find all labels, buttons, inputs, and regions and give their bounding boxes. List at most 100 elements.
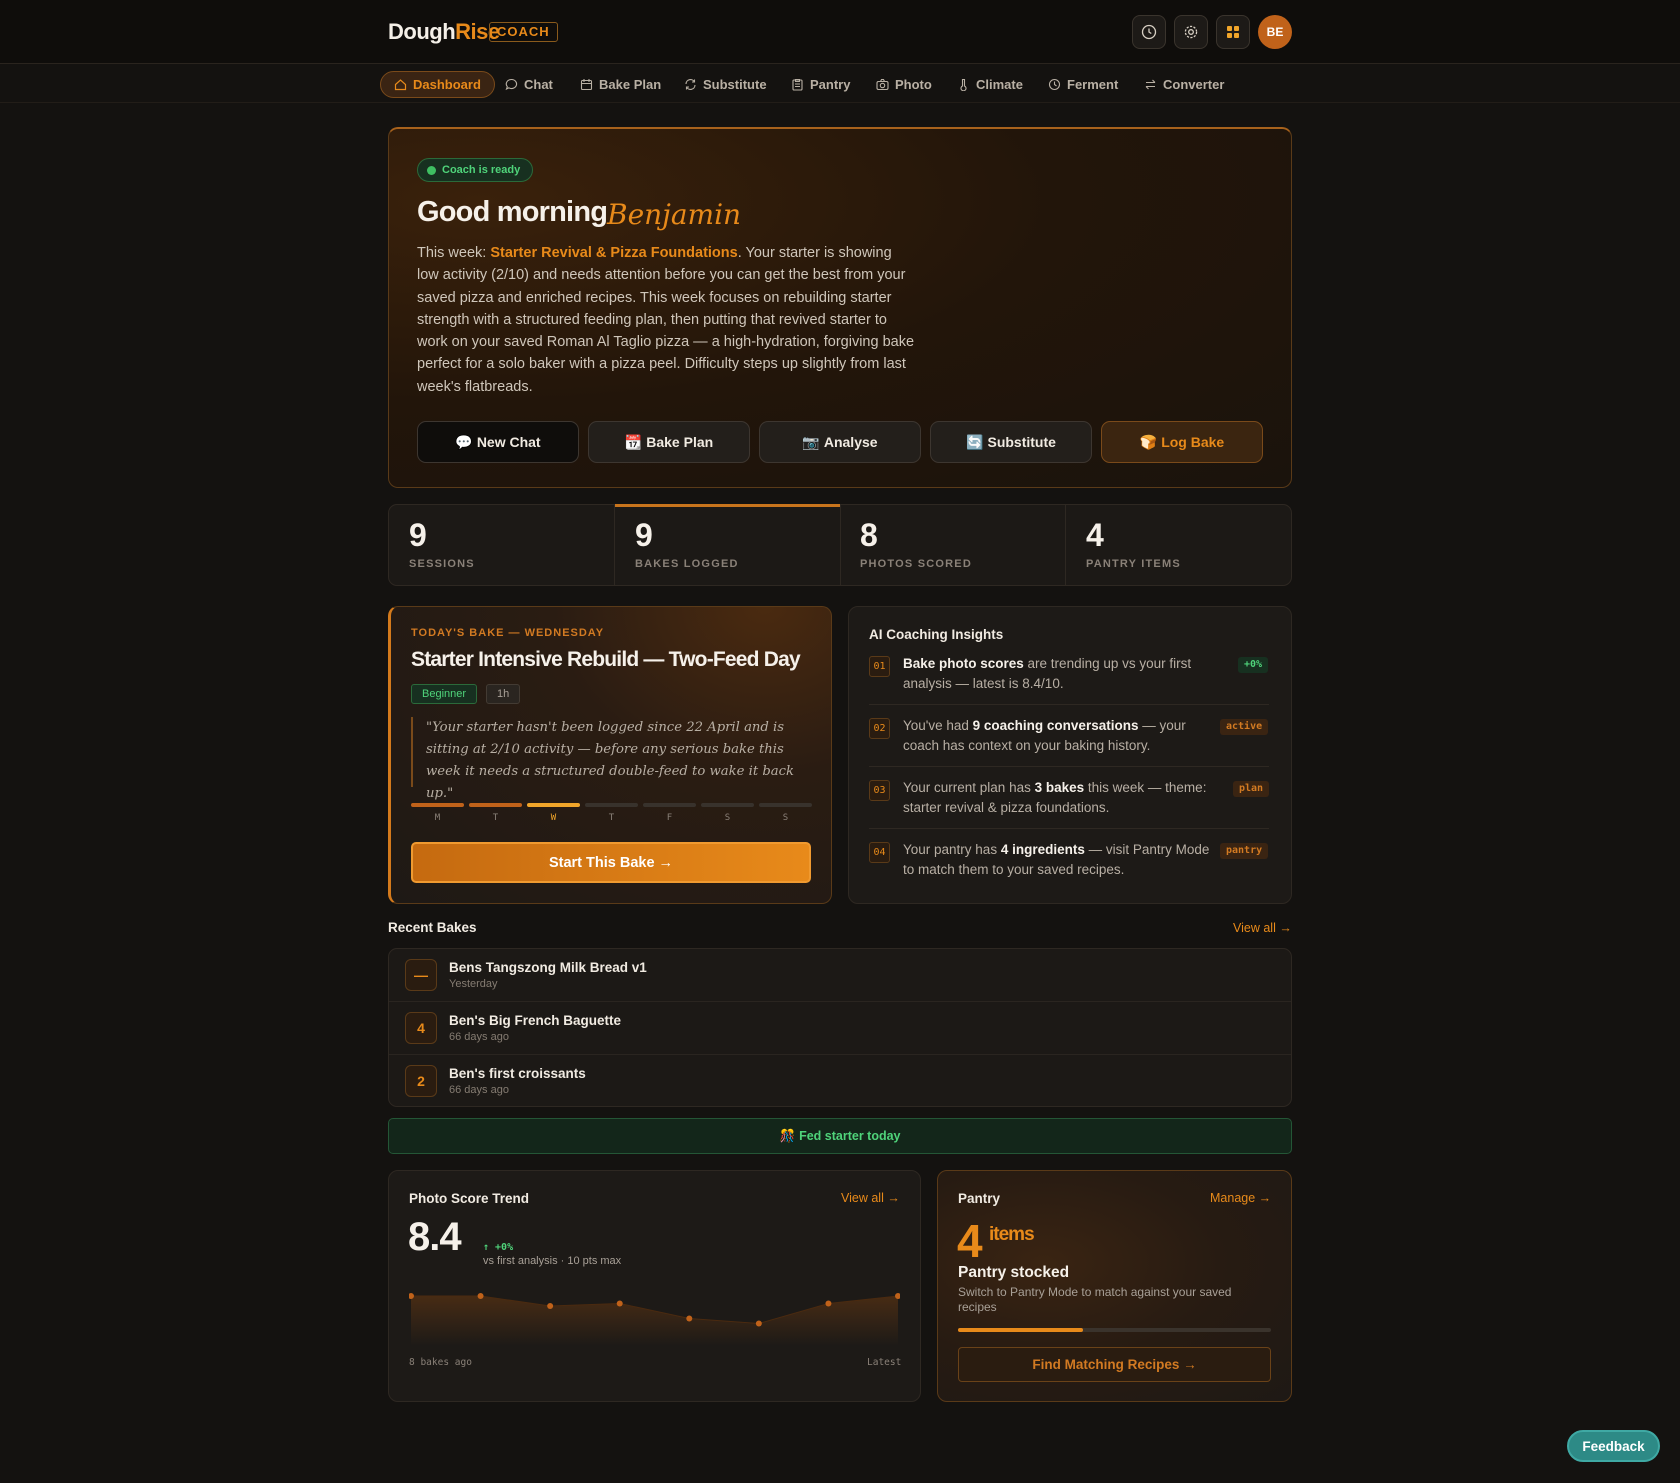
chart-point bbox=[825, 1300, 832, 1307]
divider bbox=[869, 828, 1269, 829]
tab-climate[interactable]: Climate bbox=[957, 71, 1023, 98]
chat-bubble-icon bbox=[505, 78, 518, 91]
home-icon bbox=[394, 79, 407, 91]
photo-score-title: Photo Score Trend bbox=[409, 1191, 530, 1206]
new-chat-button[interactable]: 💬 New Chat bbox=[417, 421, 579, 463]
insight-badge: pantry bbox=[1220, 843, 1269, 859]
bake-score-badge: 4 bbox=[405, 1012, 437, 1044]
substitute-button[interactable]: 🔄 Substitute bbox=[930, 421, 1092, 463]
chart-point bbox=[686, 1315, 693, 1322]
calendar-icon: 📆 bbox=[624, 433, 643, 450]
camera-icon bbox=[876, 78, 889, 91]
insight-text: Your pantry has 4 ingredients — visit Pa… bbox=[903, 842, 1210, 877]
tab-label: Ferment bbox=[1067, 77, 1119, 92]
tab-photo[interactable]: Photo bbox=[876, 71, 932, 98]
bake-name[interactable]: Ben's Big French Baguette bbox=[449, 1013, 621, 1028]
tab-dashboard[interactable]: Dashboard bbox=[380, 71, 495, 98]
bake-time: 66 days ago bbox=[449, 1084, 509, 1096]
history-button[interactable] bbox=[1132, 15, 1166, 49]
photo-score-chart bbox=[409, 1293, 900, 1346]
fed-starter-banner[interactable]: 🎊 Fed starter today bbox=[388, 1118, 1292, 1154]
analyse-button[interactable]: 📷 Analyse bbox=[759, 421, 921, 463]
refresh-icon: 🔄 bbox=[966, 433, 984, 450]
tab-label: Chat bbox=[524, 77, 553, 92]
todays-bake-tag: TODAY'S BAKE — WEDNESDAY bbox=[411, 627, 605, 639]
weekly-summary: This week: Starter Revival & Pizza Found… bbox=[417, 245, 915, 395]
tab-ferment[interactable]: Ferment bbox=[1048, 71, 1118, 98]
avatar[interactable]: BE bbox=[1258, 15, 1292, 49]
camera-icon: 📷 bbox=[802, 433, 820, 450]
stat-pantry-items: 4 PANTRY ITEMS bbox=[1086, 517, 1181, 570]
chart-point bbox=[616, 1300, 623, 1307]
stat-sessions: 9 SESSIONS bbox=[409, 517, 475, 570]
status-badge: Coach is ready bbox=[417, 158, 534, 182]
level-badge: Beginner bbox=[411, 684, 478, 704]
pantry-manage-link[interactable]: Manage → bbox=[1210, 1191, 1271, 1205]
insight-badge: active bbox=[1220, 719, 1269, 735]
log-bake-button[interactable]: 🍞 Log Bake bbox=[1101, 421, 1263, 463]
confetti-icon: 🎊 bbox=[779, 1128, 796, 1143]
calendar-icon bbox=[580, 79, 593, 91]
photo-score-view-all-link[interactable]: View all → bbox=[841, 1191, 900, 1205]
find-matching-recipes-button[interactable]: Find Matching Recipes → bbox=[958, 1347, 1271, 1382]
bake-plan-button[interactable]: 📆 Bake Plan bbox=[588, 421, 750, 463]
day-progress-bar bbox=[585, 803, 638, 807]
insight-text: You've had 9 coaching conversations — yo… bbox=[903, 718, 1186, 753]
stat-photos-scored: 8 PHOTOS SCORED bbox=[860, 517, 972, 570]
clipboard-icon bbox=[792, 78, 803, 91]
insight-number: 04 bbox=[869, 842, 890, 863]
day-label: S bbox=[782, 813, 789, 823]
divider bbox=[389, 1001, 1291, 1002]
bake-time: 66 days ago bbox=[449, 1031, 509, 1043]
day-progress-bar bbox=[643, 803, 696, 807]
grid-icon bbox=[1227, 26, 1239, 38]
day-label: S bbox=[724, 813, 731, 823]
tab-substitute[interactable]: Substitute bbox=[684, 71, 767, 98]
status-dot bbox=[427, 166, 436, 175]
pantry-headline: Pantry stocked bbox=[958, 1264, 1070, 1281]
tab-converter[interactable]: Converter bbox=[1144, 71, 1224, 98]
bake-name[interactable]: Bens Tangszong Milk Bread v1 bbox=[449, 960, 647, 975]
stat-bakes-logged: 9 BAKES LOGGED bbox=[635, 517, 739, 570]
bake-score-badge: — bbox=[405, 959, 437, 991]
bake-time: Yesterday bbox=[449, 978, 498, 990]
tab-label: Converter bbox=[1163, 77, 1225, 92]
apps-button[interactable] bbox=[1216, 15, 1250, 49]
tab-chat[interactable]: Chat bbox=[505, 71, 553, 98]
tab-bake-plan[interactable]: Bake Plan bbox=[580, 71, 661, 98]
chart-axis-end: Latest bbox=[867, 1357, 902, 1368]
swap-circle-icon bbox=[685, 79, 696, 90]
insight-number: 02 bbox=[869, 718, 890, 739]
chart-point bbox=[477, 1293, 484, 1299]
pantry-title: Pantry bbox=[958, 1191, 1001, 1206]
day-progress-bar bbox=[701, 803, 754, 807]
tab-label: Substitute bbox=[703, 77, 767, 92]
chart-axis-start: 8 bakes ago bbox=[409, 1357, 472, 1368]
photo-score-value: 8.4 bbox=[408, 1215, 462, 1259]
day-progress-bar bbox=[759, 803, 812, 807]
recent-bakes-view-all-link[interactable]: View all → bbox=[1233, 921, 1292, 935]
photo-score-delta: ↑ +0% bbox=[483, 1242, 514, 1253]
day-progress-bar bbox=[469, 803, 522, 807]
app-logo[interactable]: DoughRise bbox=[388, 19, 500, 45]
day-label: M bbox=[434, 813, 441, 823]
settings-button[interactable] bbox=[1174, 15, 1208, 49]
speech-bubble-icon: 💬 bbox=[455, 433, 473, 450]
tab-label: Photo bbox=[895, 77, 932, 92]
week-theme: Starter Revival & Pizza Foundations bbox=[490, 245, 738, 261]
user-name: Benjamin bbox=[607, 198, 742, 231]
bake-score-badge: 2 bbox=[405, 1065, 437, 1097]
start-bake-button[interactable]: Start This Bake → bbox=[411, 842, 811, 883]
divider bbox=[389, 1054, 1291, 1055]
day-label: W bbox=[550, 813, 557, 823]
arrows-icon bbox=[1145, 79, 1156, 90]
coach-quote: "Your starter hasn't been logged since 2… bbox=[411, 717, 804, 801]
insight-text: Your current plan has 3 bakes this week … bbox=[903, 780, 1207, 815]
bake-name[interactable]: Ben's first croissants bbox=[449, 1066, 586, 1081]
tab-pantry[interactable]: Pantry bbox=[791, 71, 850, 98]
divider bbox=[869, 766, 1269, 767]
day-label: T bbox=[492, 813, 499, 823]
tab-label: Climate bbox=[976, 77, 1023, 92]
feedback-button[interactable]: Feedback bbox=[1567, 1430, 1660, 1462]
divider bbox=[869, 704, 1269, 705]
